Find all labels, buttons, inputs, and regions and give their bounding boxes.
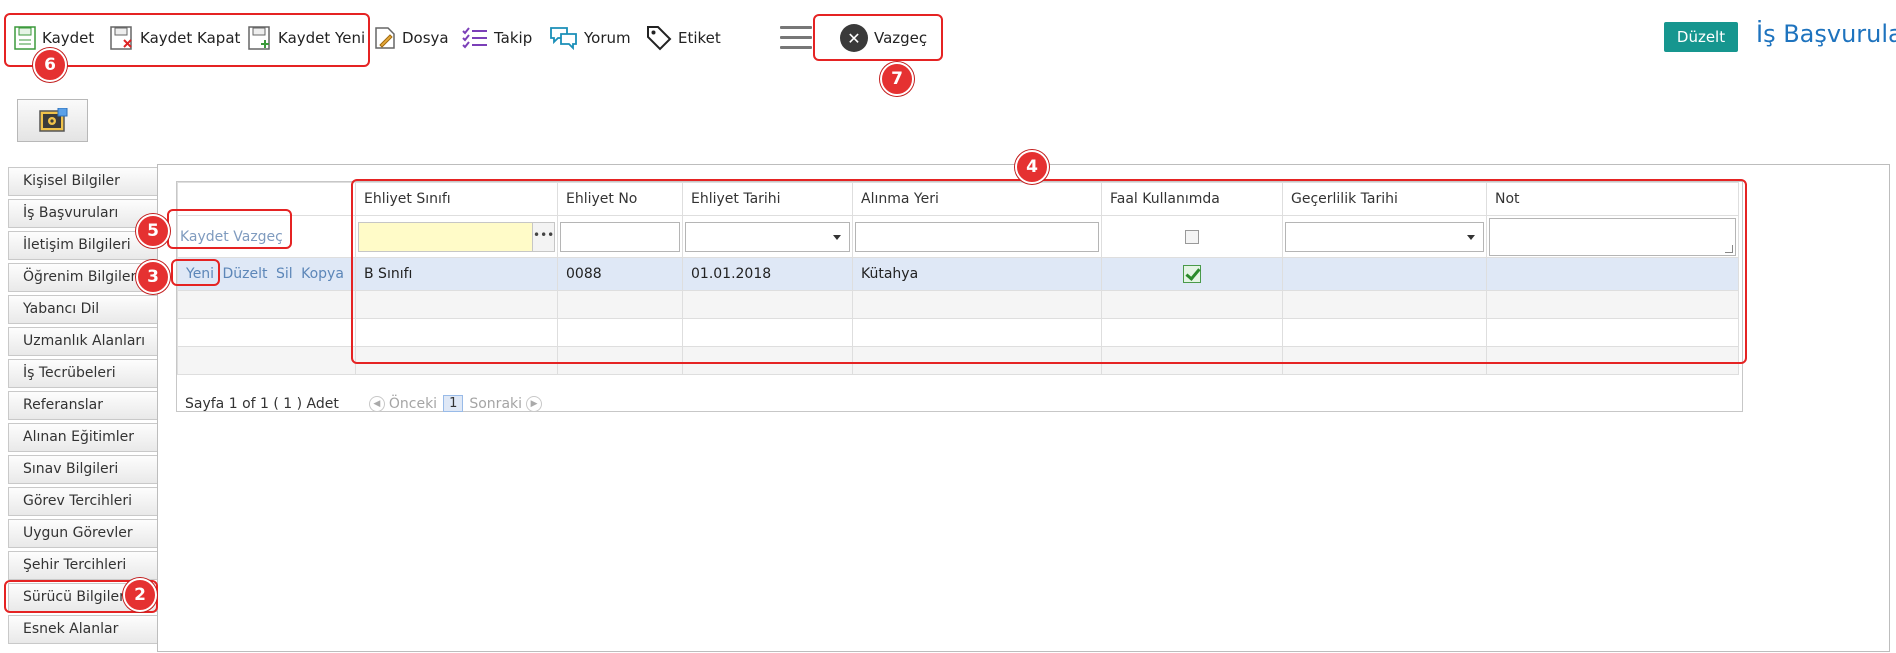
pager-page-number[interactable]: 1 bbox=[443, 395, 464, 412]
callout-badge-7: 7 bbox=[880, 62, 914, 96]
pager-info: Sayfa 1 of 1 ( 1 ) Adet bbox=[185, 395, 339, 412]
callout-badge-5: 5 bbox=[136, 214, 170, 248]
sidebar-item-alinan-egitimler[interactable]: Alınan Eğitimler bbox=[8, 423, 158, 452]
sidebar-item-kisisel-bilgiler[interactable]: Kişisel Bilgiler bbox=[8, 167, 158, 196]
sidebar-item-gorev-tercihleri[interactable]: Görev Tercihleri bbox=[8, 487, 158, 516]
dosya-label: Dosya bbox=[402, 29, 449, 47]
sidebar-item-sehir-tercihleri[interactable]: Şehir Tercihleri bbox=[8, 551, 158, 580]
side-menu: Kişisel Bilgiler İş Başvuruları İletişim… bbox=[8, 167, 158, 647]
pager: Sayfa 1 of 1 ( 1 ) Adet ◀ Önceki 1 Sonra… bbox=[185, 395, 543, 412]
pager-prev-button[interactable]: ◀ Önceki bbox=[368, 395, 438, 412]
pager-next-button[interactable]: Sonraki ▶ bbox=[469, 395, 543, 412]
sidebar-item-sinav-bilgileri[interactable]: Sınav Bilgileri bbox=[8, 455, 158, 484]
etiket-label: Etiket bbox=[678, 29, 721, 47]
callout-badge-4: 4 bbox=[1015, 150, 1049, 184]
takip-button[interactable]: Takip bbox=[462, 20, 532, 56]
sidebar-item-uygun-gorevler[interactable]: Uygun Görevler bbox=[8, 519, 158, 548]
sidebar-item-yabanci-dil[interactable]: Yabancı Dil bbox=[8, 295, 158, 324]
dosya-button[interactable]: Dosya bbox=[374, 20, 449, 56]
duzelt-button[interactable]: Düzelt bbox=[1664, 22, 1738, 52]
chevron-right-icon: ▶ bbox=[526, 395, 543, 412]
photo-settings-button[interactable] bbox=[17, 99, 88, 142]
row-kopya-link[interactable]: Kopya bbox=[301, 266, 344, 282]
menu-hamburger-icon[interactable] bbox=[780, 26, 812, 50]
yorum-label: Yorum bbox=[584, 29, 631, 47]
sidebar-item-uzmanlik-alanlari[interactable]: Uzmanlık Alanları bbox=[8, 327, 158, 356]
file-edit-icon bbox=[375, 27, 395, 49]
row-sil-link[interactable]: Sil bbox=[276, 266, 293, 282]
callout-box-kaydet-vazgec bbox=[167, 209, 292, 249]
callout-badge-6: 6 bbox=[33, 48, 67, 82]
sidebar-item-is-basvurulari[interactable]: İş Başvuruları bbox=[8, 199, 158, 228]
comments-icon bbox=[550, 27, 577, 50]
sidebar-item-esnek-alanlar[interactable]: Esnek Alanlar bbox=[8, 615, 158, 644]
takip-label: Takip bbox=[494, 29, 533, 47]
pager-next-label: Sonraki bbox=[469, 395, 523, 412]
callout-badge-2: 2 bbox=[123, 578, 157, 612]
callout-box-vazgec bbox=[813, 14, 943, 61]
yorum-button[interactable]: Yorum bbox=[550, 20, 631, 56]
callout-badge-3: 3 bbox=[136, 260, 170, 294]
callout-box-yeni bbox=[171, 259, 220, 286]
row-duzelt-link[interactable]: Düzelt bbox=[223, 266, 268, 282]
sidebar-item-referanslar[interactable]: Referanslar bbox=[8, 391, 158, 420]
checklist-icon bbox=[462, 27, 487, 49]
photo-gear-icon bbox=[38, 107, 67, 132]
page-title: İş Başvuruları bbox=[1756, 20, 1896, 48]
pager-prev-label: Önceki bbox=[388, 395, 438, 412]
sidebar-item-is-tecrubeleri[interactable]: İş Tecrübeleri bbox=[8, 359, 158, 388]
tag-icon bbox=[647, 26, 672, 51]
sidebar-item-iletisim-bilgileri[interactable]: İletişim Bilgileri bbox=[8, 231, 158, 260]
chevron-left-icon: ◀ bbox=[368, 395, 385, 412]
etiket-button[interactable]: Etiket bbox=[646, 20, 721, 56]
callout-box-grid bbox=[351, 179, 1747, 364]
